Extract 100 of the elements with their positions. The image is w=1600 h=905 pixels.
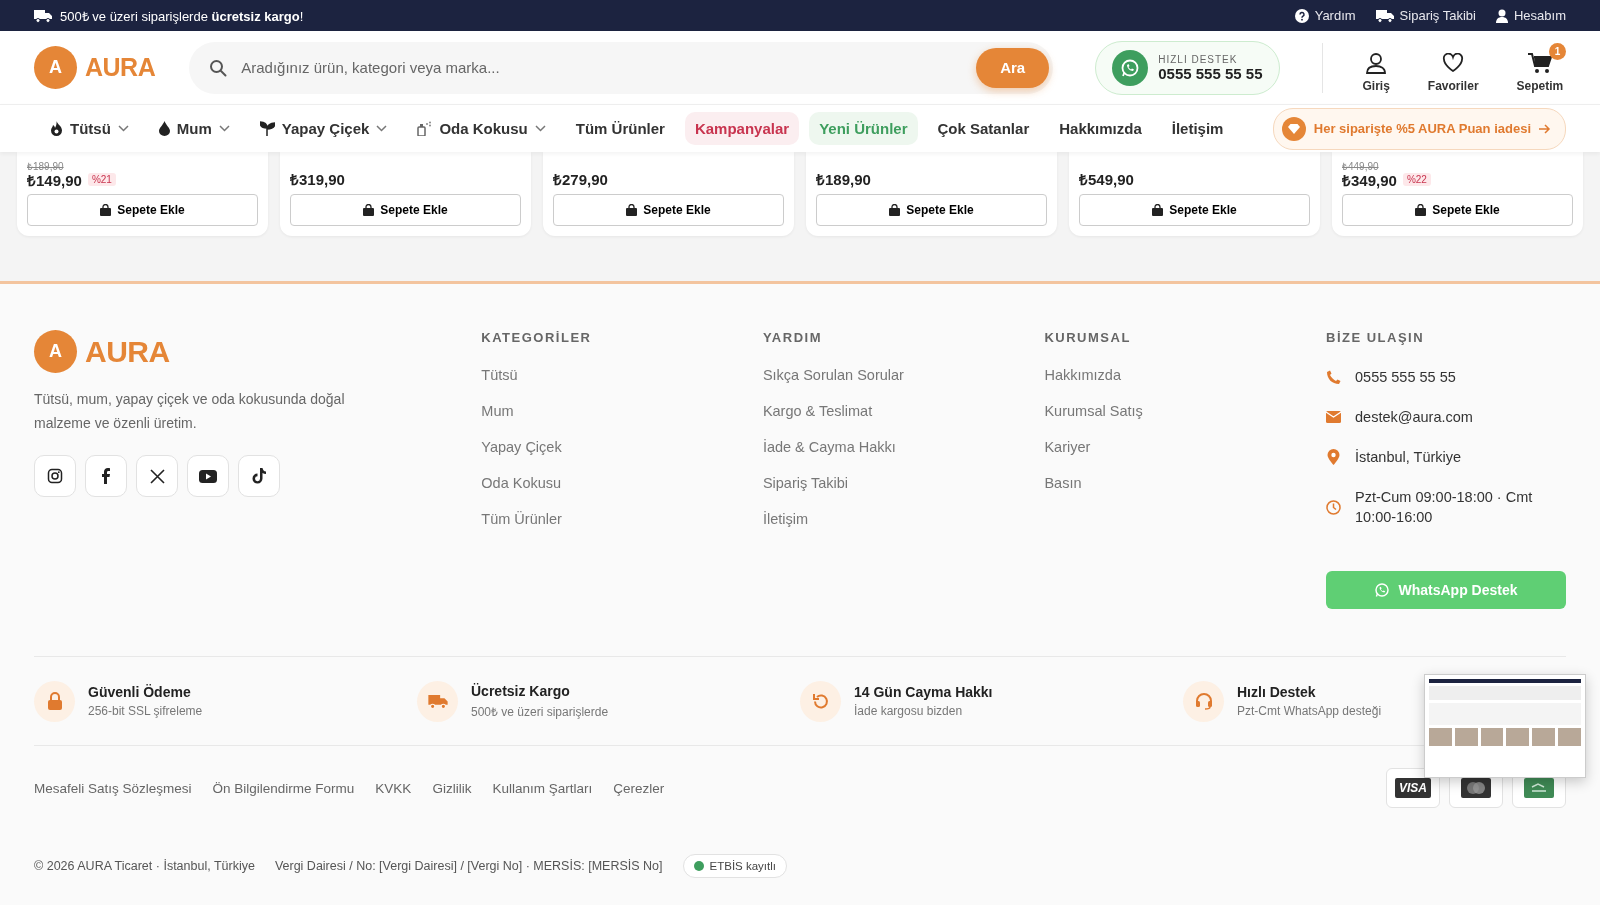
shopping-bag-icon: [889, 203, 901, 216]
facebook-icon[interactable]: [85, 455, 127, 497]
nav-item[interactable]: Hakkımızda: [1049, 112, 1152, 145]
free-shipping-notice: 500₺ ve üzeri siparişlerde ücretsiz kargo!: [60, 7, 304, 25]
support-badge[interactable]: HIZLI DESTEK 0555 555 55 55: [1095, 40, 1280, 95]
legal-link[interactable]: KVKK: [375, 780, 412, 796]
truck-icon: [427, 693, 448, 709]
nav-item[interactable]: Çok Satanlar: [927, 112, 1040, 145]
chevron-down-icon: [534, 125, 546, 132]
nav-item[interactable]: Yeni Ürünler: [809, 112, 918, 145]
flame-icon: [50, 121, 63, 136]
footer-link[interactable]: Kargo & Teslimat: [762, 403, 873, 419]
spray-bottle-icon: [417, 121, 433, 136]
feature-subtitle: Pzt-Cmt WhatsApp desteği: [1237, 704, 1382, 718]
legal-link[interactable]: Çerezler: [613, 780, 665, 796]
lock-icon: [46, 692, 63, 710]
etbis-badge: ETBİS kayıtlı: [682, 854, 787, 878]
header-action[interactable]: 1 Sepetim: [1500, 42, 1580, 93]
nav-item[interactable]: Tüm Ürünler: [565, 112, 675, 145]
footer-link[interactable]: İade & Cayma Hakkı: [762, 439, 896, 455]
nav-item[interactable]: Kampanyalar: [684, 112, 800, 145]
footer-link[interactable]: Oda Kokusu: [481, 475, 562, 491]
truck-icon: [34, 8, 52, 23]
visa-logo: VISA: [1395, 778, 1431, 798]
feature-title: 14 Gün Cayma Hakkı: [854, 684, 993, 700]
add-to-cart-button[interactable]: Sepete Ekle: [553, 193, 784, 226]
legal-link[interactable]: Gizlilik: [432, 780, 472, 796]
footer-link[interactable]: Tüm Ürünler: [481, 511, 562, 527]
footer-link[interactable]: Yapay Çiçek: [481, 439, 562, 455]
drop-icon: [158, 121, 170, 136]
chevron-down-icon: [376, 125, 388, 132]
top-bar-link[interactable]: Hesabım: [1495, 8, 1566, 23]
legal-link[interactable]: Mesafeli Satış Sözleşmesi: [34, 780, 192, 796]
footer-link[interactable]: Mum: [481, 403, 514, 419]
product-price: ₺149,90: [27, 171, 82, 190]
heart-icon: [1442, 52, 1465, 73]
nav-item[interactable]: İletişim: [1161, 112, 1234, 145]
x-icon[interactable]: [136, 455, 178, 497]
copyright-text: © 2026 AURA Ticaret · İstanbul, Türkiye: [34, 859, 255, 873]
arrow-right-icon: [1539, 123, 1551, 134]
discount-badge: %22: [1402, 173, 1431, 187]
footer-link[interactable]: Kurumsal Satış: [1044, 403, 1143, 419]
legal-link[interactable]: Kullanım Şartları: [492, 780, 593, 796]
tax-info: Vergi Dairesi / No: [Vergi Dairesi] / [Vergi No] · MERSİS: [MERSİS No]: [274, 859, 663, 873]
feature-subtitle: 500₺ ve üzeri siparişlerde: [471, 703, 609, 720]
add-to-cart-button[interactable]: Sepete Ekle: [1342, 194, 1573, 226]
instagram-icon[interactable]: [34, 455, 76, 497]
shopping-bag-icon: [1152, 203, 1164, 216]
feature-subtitle: 256-bit SSL şifreleme: [88, 704, 203, 718]
add-to-cart-button[interactable]: Sepete Ekle: [1079, 193, 1310, 226]
product-price: ₺349,90: [1342, 171, 1397, 190]
nav-item[interactable]: Tütsü: [40, 112, 139, 145]
header-action[interactable]: Giriş: [1346, 42, 1406, 93]
youtube-icon[interactable]: [187, 455, 229, 497]
footer-link[interactable]: İletişim: [762, 511, 808, 527]
footer-link[interactable]: Kariyer: [1044, 439, 1091, 455]
top-bar-link[interactable]: Sipariş Takibi: [1375, 8, 1476, 23]
footer-link[interactable]: Hakkımızda: [1044, 367, 1121, 383]
whatsapp-icon: [1112, 49, 1149, 86]
contact-info: 0555 555 55 55: [1355, 368, 1456, 387]
nav-item[interactable]: Oda Kokusu: [407, 112, 556, 145]
product-price: ₺189,90: [816, 170, 871, 190]
contact-info: destek@aura.com: [1355, 408, 1473, 427]
old-price: ₺189,90: [27, 161, 64, 172]
feature-title: Ücretsiz Kargo: [471, 682, 571, 699]
tiktok-icon[interactable]: [238, 455, 280, 497]
footer-link[interactable]: Sıkça Sorulan Sorular: [762, 367, 904, 383]
footer-link[interactable]: Basın: [1044, 475, 1082, 491]
footer-link[interactable]: Tütsü: [481, 367, 518, 383]
nav-item[interactable]: Yapay Çiçek: [249, 112, 398, 145]
phone-icon: [1326, 369, 1341, 385]
shopping-bag-icon: [626, 203, 638, 216]
user-icon: [1495, 8, 1508, 23]
add-to-cart-button[interactable]: Sepete Ekle: [816, 193, 1047, 226]
cart-icon: [1527, 51, 1552, 74]
footer-column-title: BİZE ULAŞIN: [1326, 330, 1425, 345]
footer-link[interactable]: Sipariş Takibi: [762, 475, 849, 491]
feature-title: Hızlı Destek: [1237, 684, 1317, 700]
brand-description: Tütsü, mum, yapay çiçek ve oda kokusunda doğal malzeme ve özenli üretim.: [34, 390, 346, 433]
screenshot-thumbnail[interactable]: [1424, 674, 1586, 778]
header-action[interactable]: Favoriler: [1411, 42, 1495, 93]
feature-title: Güvenli Ödeme: [88, 684, 192, 700]
top-bar-link[interactable]: Yardım: [1294, 8, 1356, 23]
clock-icon: [1326, 499, 1341, 515]
legal-link[interactable]: Ön Bilgilendirme Formu: [212, 780, 355, 796]
location-pin-icon: [1326, 449, 1341, 465]
contact-info: Pzt-Cum 09:00-18:00 · Cmt 10:00-16:00: [1355, 488, 1534, 527]
sprout-icon: [259, 121, 275, 136]
support-label: HIZLI DESTEK: [1158, 53, 1239, 65]
nav-item[interactable]: Mum: [148, 112, 240, 145]
shopping-bag-icon: [363, 203, 375, 216]
cart-count-badge: 1: [1548, 42, 1566, 60]
mastercard-logo: [1461, 778, 1491, 798]
mail-icon: [1326, 411, 1341, 423]
headset-icon: [1194, 692, 1213, 710]
add-to-cart-button[interactable]: Sepete Ekle: [290, 193, 521, 226]
contact-info: İstanbul, Türkiye: [1355, 448, 1462, 467]
footer-column-title: YARDIM: [762, 330, 822, 345]
discount-badge: %21: [87, 173, 116, 187]
add-to-cart-button[interactable]: Sepete Ekle: [27, 194, 258, 226]
